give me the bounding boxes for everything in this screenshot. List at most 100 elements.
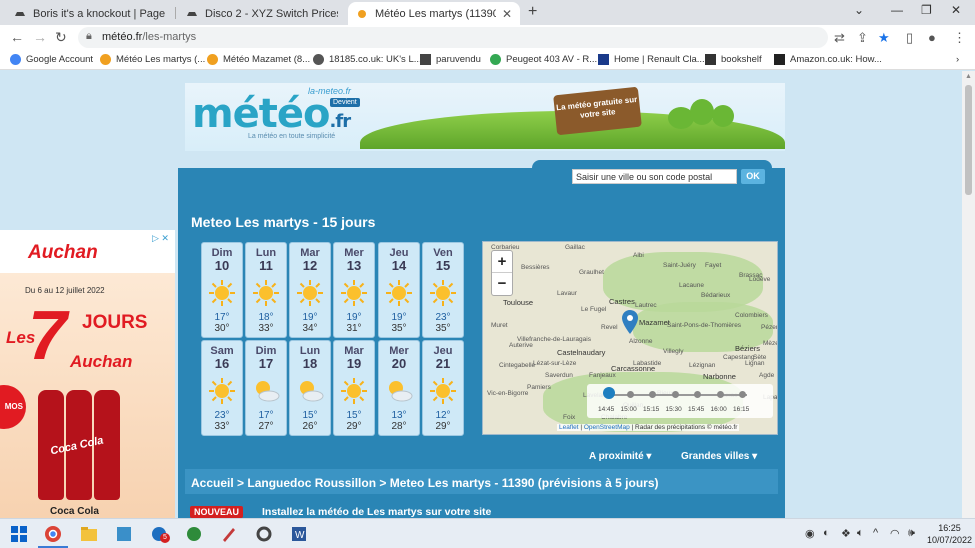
ad-product-label: Coca Cola (50, 506, 99, 517)
bookmark-item[interactable]: Peugeot 403 AV - R... (490, 54, 597, 65)
page-scrollbar[interactable]: ▲ (962, 71, 975, 518)
osm-link[interactable]: OpenStreetMap (584, 424, 630, 431)
install-widget-link[interactable]: Installez la météo de Les martys sur vot… (262, 506, 491, 518)
browser-tab-3[interactable]: Météo Les martys (11390) heure ✕ (348, 2, 520, 25)
profile-icon[interactable]: ● (928, 30, 936, 45)
bookmark-item[interactable]: paruvendu (420, 54, 481, 65)
map-attribution: Leaflet | OpenStreetMap | Radar des préc… (557, 424, 740, 431)
breadcrumb[interactable]: Accueil > Languedoc Roussillon > Meteo L… (191, 476, 659, 490)
forecast-day-card[interactable]: Ven 15 23° 35° (422, 242, 464, 338)
volume-icon[interactable]: 🕪︎ (908, 527, 915, 540)
bookmark-item[interactable]: 18185.co.uk: UK's L... (313, 54, 422, 65)
sun-icon (341, 378, 367, 404)
timeline-step[interactable] (739, 391, 746, 398)
city-search-input[interactable] (572, 169, 737, 184)
hat-icon (15, 11, 25, 16)
sun-icon (209, 378, 235, 404)
zoom-out-button[interactable]: − (492, 273, 512, 295)
forecast-day-card[interactable]: Lun 18 15° 26° (289, 340, 331, 436)
map-town-label: Castelnaudary (557, 348, 606, 357)
share-icon[interactable]: ⇪ (857, 30, 868, 46)
globe-icon (313, 54, 324, 65)
side-panel-icon[interactable]: ▯ (906, 30, 913, 46)
forecast-day-card[interactable]: Jeu 21 12° 29° (422, 340, 464, 436)
bookmark-star-icon[interactable]: ★ (878, 30, 890, 46)
back-icon[interactable]: ← (10, 29, 24, 45)
forecast-day-card[interactable]: Mer 13 19° 31° (333, 242, 375, 338)
map-town-label: Narbonne (703, 372, 736, 381)
tray-chevron-icon[interactable]: ^ (873, 527, 878, 539)
tray-app-icon[interactable]: ◉ (805, 527, 815, 540)
forecast-day-card[interactable]: Mar 19 15° 29° (333, 340, 375, 436)
temp-min: 13° (391, 410, 407, 421)
bookmarks-overflow-icon[interactable]: › (956, 54, 959, 65)
forecast-day-card[interactable]: Dim 10 17° 30° (201, 242, 243, 338)
close-window-button[interactable]: ✕ (951, 3, 961, 17)
pen-icon[interactable] (220, 525, 238, 543)
big-cities-dropdown[interactable]: Grandes villes ▾ (681, 451, 757, 462)
bookmark-item[interactable]: Météo Les martys (... (100, 54, 205, 65)
timeline-handle[interactable] (603, 387, 615, 399)
timeline-step[interactable] (626, 391, 634, 398)
scrollbar-thumb[interactable] (965, 85, 972, 195)
maximize-button[interactable]: ❐ (921, 3, 932, 17)
new-tab-button[interactable]: + (528, 3, 537, 21)
minimize-button[interactable]: — (891, 3, 903, 17)
tab-search-icon[interactable]: ⌄ (854, 3, 864, 17)
nearby-dropdown[interactable]: A proximité ▾ (589, 451, 651, 462)
site-logo[interactable]: météo.fr (192, 91, 351, 137)
file-explorer-icon[interactable] (80, 525, 98, 543)
chrome-icon[interactable] (44, 525, 62, 543)
reload-icon[interactable]: ↻ (55, 29, 67, 46)
tab-title: Boris it's a knockout | Page 38 | L (33, 7, 166, 20)
windows-start-icon[interactable] (10, 525, 28, 543)
search-ok-button[interactable]: OK (741, 169, 765, 184)
forecast-day-card[interactable]: Mer 20 13° 28° (378, 340, 420, 436)
forecast-day-card[interactable]: Mar 12 19° 34° (289, 242, 331, 338)
radar-timeline[interactable]: 14:45 15:00 15:15 15:30 15:45 16:00 16:15 (587, 384, 773, 418)
bookmark-item[interactable]: Amazon.co.uk: How... (774, 54, 882, 65)
bookmark-item[interactable]: Home | Renault Cla... (598, 54, 705, 65)
bookmark-item[interactable]: Météo Mazamet (8... (207, 54, 310, 65)
map-town-label: Saverdun (545, 372, 573, 379)
timeline-label: 15:00 (620, 406, 637, 413)
dropbox-icon[interactable]: ❖ (841, 527, 851, 540)
lock-icon[interactable]: 🔒︎ (86, 30, 92, 43)
settings-gear-icon[interactable] (255, 525, 273, 543)
word-icon[interactable]: W (290, 525, 308, 543)
game-icon[interactable] (185, 525, 203, 543)
wifi-icon[interactable]: ◠ (890, 527, 900, 540)
taskbar: 5 W ◉ ◐ ❖ 🔈︎ ^ ◠ 🕪︎ 16:25 10/07/2022 (0, 518, 975, 548)
bookmark-item[interactable]: bookshelf (705, 54, 762, 65)
forecast-day-card[interactable]: Sam 16 23° 33° (201, 340, 243, 436)
auchan-ad[interactable]: Auchan ▷ ✕ Du 6 au 12 juillet 2022 7 Les… (0, 230, 175, 518)
leaflet-link[interactable]: Leaflet (559, 424, 579, 431)
location-marker-icon[interactable] (622, 310, 638, 334)
logo-subbrand: la-meteo.fr (308, 86, 352, 96)
app-icon[interactable] (115, 525, 133, 543)
forward-icon[interactable]: → (33, 29, 47, 45)
timeline-step[interactable] (694, 391, 701, 398)
system-clock[interactable]: 16:25 10/07/2022 (927, 522, 972, 546)
address-bar[interactable]: 🔒︎ météo.fr/les-martys (78, 27, 828, 48)
speaker-icon[interactable]: 🔈︎ (857, 527, 864, 540)
tray-app-icon[interactable]: ◐ (823, 527, 830, 539)
timeline-step[interactable] (671, 391, 679, 398)
temp-min: 17° (258, 410, 274, 421)
forecast-day-card[interactable]: Dim 17 17° 27° (245, 340, 287, 436)
translate-icon[interactable]: ⇄ (834, 30, 845, 46)
forecast-day-card[interactable]: Jeu 14 19° 35° (378, 242, 420, 338)
map-town-label: Lautrec (635, 302, 657, 309)
bookmark-item[interactable]: Google Account (10, 54, 93, 65)
map-town-label: Graulhet (579, 269, 604, 276)
adchoices-icon[interactable]: ▷ ✕ (152, 233, 169, 244)
browser-tab-1[interactable]: Boris it's a knockout | Page 38 | L (6, 2, 174, 25)
browser-tab-2[interactable]: Disco 2 - XYZ Switch Prices | Lan (178, 2, 346, 25)
timeline-step[interactable] (649, 391, 656, 398)
timeline-step[interactable] (716, 391, 724, 398)
menu-icon[interactable]: ⋮ (953, 30, 966, 46)
zoom-in-button[interactable]: + (492, 251, 512, 273)
close-tab-icon[interactable]: ✕ (502, 7, 512, 21)
forecast-day-card[interactable]: Lun 11 18° 33° (245, 242, 287, 338)
weather-map[interactable]: Corbarieu Gaillac Albi Bessières Graulhet Sai… (482, 241, 778, 435)
